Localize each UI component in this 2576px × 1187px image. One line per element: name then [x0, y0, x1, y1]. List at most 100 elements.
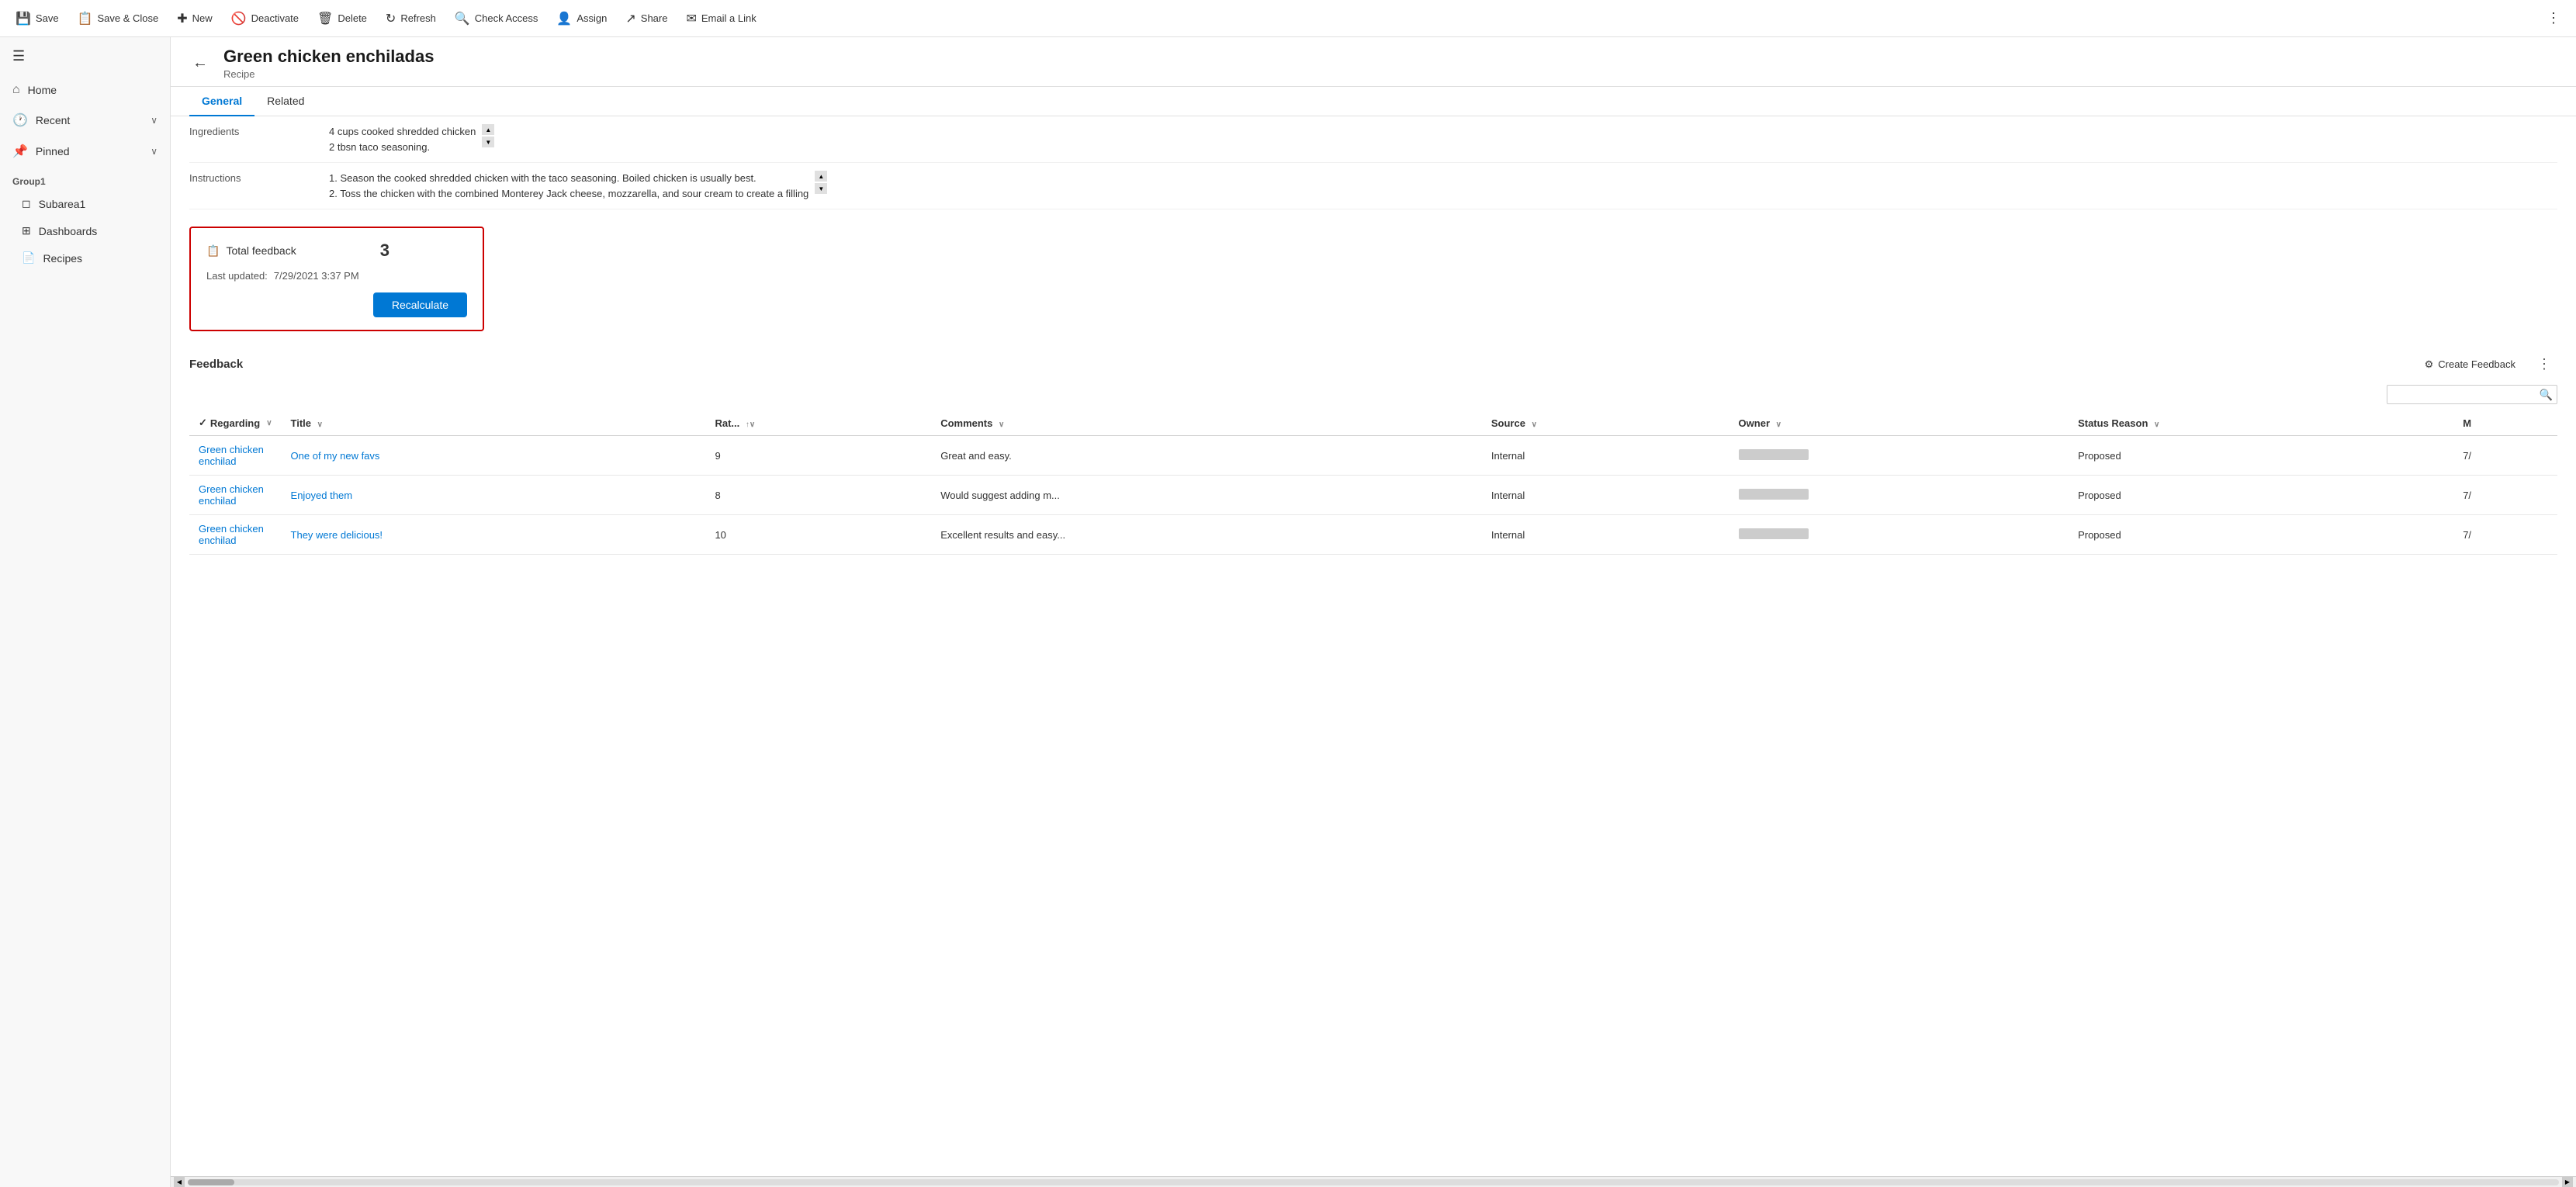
- col-owner[interactable]: Owner ∨: [1729, 410, 2069, 436]
- table-row: Green chicken enchilad They were delicio…: [189, 515, 2557, 555]
- scroll-down-button[interactable]: ▼: [482, 137, 494, 147]
- sidebar-item-subarea1[interactable]: ◻ Subarea1: [0, 190, 170, 217]
- recipes-icon: 📄: [22, 251, 35, 265]
- email-icon: ✉: [686, 11, 696, 26]
- scroll-left-button[interactable]: ◀: [174, 1177, 185, 1187]
- horizontal-scrollbar[interactable]: ◀ ▶: [171, 1176, 2576, 1187]
- cell-status-2: Proposed: [2069, 515, 2453, 555]
- cell-source-2: Internal: [1482, 515, 1729, 555]
- source-sort-icon[interactable]: ∨: [1532, 420, 1537, 429]
- assign-icon: 👤: [556, 11, 572, 26]
- title-link-2[interactable]: They were delicious!: [291, 529, 383, 541]
- regarding-link-2[interactable]: Green chicken enchilad: [199, 523, 264, 546]
- page-header: ← Green chicken enchiladas Recipe: [171, 37, 2576, 87]
- save-close-button[interactable]: 📋 Save & Close: [68, 6, 168, 31]
- cell-title-1[interactable]: Enjoyed them: [282, 476, 706, 515]
- dashboards-icon: ⊞: [22, 224, 31, 237]
- instructions-scroll-down-button[interactable]: ▼: [815, 183, 827, 194]
- scroll-up-button[interactable]: ▲: [482, 124, 494, 135]
- cell-status-1: Proposed: [2069, 476, 2453, 515]
- more-toolbar-icon: ⋮: [2547, 10, 2560, 26]
- more-toolbar-button[interactable]: ⋮: [2537, 5, 2570, 31]
- table-row: Green chicken enchilad Enjoyed them 8 Wo…: [189, 476, 2557, 515]
- sidebar-item-pinned[interactable]: 📌 Pinned ∨: [0, 136, 170, 167]
- feedback-section-actions: ⚙ Create Feedback ⋮: [2418, 353, 2557, 375]
- ingredients-line1: 4 cups cooked shredded chicken: [329, 124, 476, 140]
- regarding-link-0[interactable]: Green chicken enchilad: [199, 444, 264, 467]
- scroll-thumb[interactable]: [188, 1179, 234, 1185]
- cell-title-0[interactable]: One of my new favs: [282, 436, 706, 476]
- status-reason-sort-icon[interactable]: ∨: [2154, 420, 2159, 429]
- col-comments[interactable]: Comments ∨: [931, 410, 1482, 436]
- cell-regarding-0[interactable]: Green chicken enchilad: [189, 436, 282, 476]
- save-close-icon: 📋: [78, 11, 93, 26]
- checkmark-icon: ✓: [199, 417, 207, 429]
- col-status-reason[interactable]: Status Reason ∨: [2069, 410, 2453, 436]
- instructions-scrollbar[interactable]: ▲ ▼: [815, 171, 827, 194]
- chevron-down-icon: ∨: [151, 146, 158, 157]
- cell-owner-1: [1729, 476, 2069, 515]
- share-button[interactable]: ↗ Share: [616, 6, 677, 31]
- title-link-1[interactable]: Enjoyed them: [291, 490, 353, 501]
- feedback-search-input[interactable]: [2387, 385, 2557, 404]
- create-feedback-button[interactable]: ⚙ Create Feedback: [2418, 355, 2522, 374]
- owner-sort-icon[interactable]: ∨: [1776, 420, 1781, 429]
- share-icon: ↗: [625, 11, 635, 26]
- sidebar-group-label: Group1: [0, 167, 170, 190]
- check-access-button[interactable]: 🔍 Check Access: [445, 6, 548, 31]
- rating-sort-icon[interactable]: ↑∨: [746, 420, 755, 429]
- cell-m-0: 7/: [2453, 436, 2557, 476]
- assign-button[interactable]: 👤 Assign: [547, 6, 616, 31]
- title-sort-icon[interactable]: ∨: [317, 420, 323, 429]
- refresh-button[interactable]: ↻ Refresh: [376, 6, 445, 31]
- ingredients-label: Ingredients: [189, 124, 329, 137]
- instructions-label: Instructions: [189, 171, 329, 184]
- tabs: General Related: [171, 87, 2576, 116]
- scroll-right-button[interactable]: ▶: [2562, 1177, 2573, 1187]
- deactivate-button[interactable]: 🚫 Deactivate: [222, 6, 308, 31]
- refresh-icon: ↻: [386, 11, 396, 26]
- col-source[interactable]: Source ∨: [1482, 410, 1729, 436]
- subarea1-icon: ◻: [22, 197, 31, 210]
- feedback-card-title: 📋 Total feedback 3: [206, 241, 467, 261]
- comments-sort-icon[interactable]: ∨: [999, 420, 1004, 429]
- hamburger-button[interactable]: ☰: [0, 37, 170, 75]
- ingredients-scrollbar[interactable]: ▲ ▼: [482, 124, 494, 147]
- col-check[interactable]: ✓ Regarding ∨: [189, 410, 282, 436]
- delete-button[interactable]: 🗑 Delete: [308, 6, 376, 31]
- regarding-sort-icon[interactable]: ∨: [266, 419, 272, 427]
- regarding-link-1[interactable]: Green chicken enchilad: [199, 483, 264, 507]
- cell-regarding-2[interactable]: Green chicken enchilad: [189, 515, 282, 555]
- cell-comments-0: Great and easy.: [931, 436, 1482, 476]
- cell-rating-1: 8: [705, 476, 931, 515]
- col-m[interactable]: M: [2453, 410, 2557, 436]
- page-subtitle: Recipe: [223, 68, 434, 80]
- email-link-button[interactable]: ✉ Email a Link: [677, 6, 765, 31]
- tab-related[interactable]: Related: [254, 87, 317, 116]
- cell-m-1: 7/: [2453, 476, 2557, 515]
- sidebar-item-home[interactable]: ⌂ Home: [0, 75, 170, 105]
- col-rating[interactable]: Rat... ↑∨: [705, 410, 931, 436]
- sidebar-item-recent[interactable]: 🕐 Recent ∨: [0, 105, 170, 136]
- page-title: Green chicken enchiladas: [223, 47, 434, 67]
- back-button[interactable]: ←: [189, 51, 211, 75]
- feedback-more-button[interactable]: ⋮: [2531, 353, 2557, 375]
- cell-source-1: Internal: [1482, 476, 1729, 515]
- cell-title-2[interactable]: They were delicious!: [282, 515, 706, 555]
- owner-blurred-0: [1739, 449, 1809, 460]
- col-title[interactable]: Title ∨: [282, 410, 706, 436]
- scroll-track: [188, 1179, 2559, 1185]
- feedback-count: 3: [380, 241, 390, 261]
- create-feedback-icon: ⚙: [2425, 358, 2434, 371]
- search-icon-button[interactable]: 🔍: [2540, 388, 2553, 401]
- save-button[interactable]: 💾 Save: [6, 6, 68, 31]
- sidebar-item-recipes[interactable]: 📄 Recipes: [0, 244, 170, 272]
- instructions-scroll-up-button[interactable]: ▲: [815, 171, 827, 182]
- new-button[interactable]: ✚ New: [168, 6, 221, 31]
- recalculate-button[interactable]: Recalculate: [373, 292, 467, 317]
- sidebar-item-dashboards[interactable]: ⊞ Dashboards: [0, 217, 170, 244]
- title-link-0[interactable]: One of my new favs: [291, 450, 380, 462]
- ingredients-row: Ingredients 4 cups cooked shredded chick…: [189, 116, 2557, 163]
- cell-regarding-1[interactable]: Green chicken enchilad: [189, 476, 282, 515]
- tab-general[interactable]: General: [189, 87, 254, 116]
